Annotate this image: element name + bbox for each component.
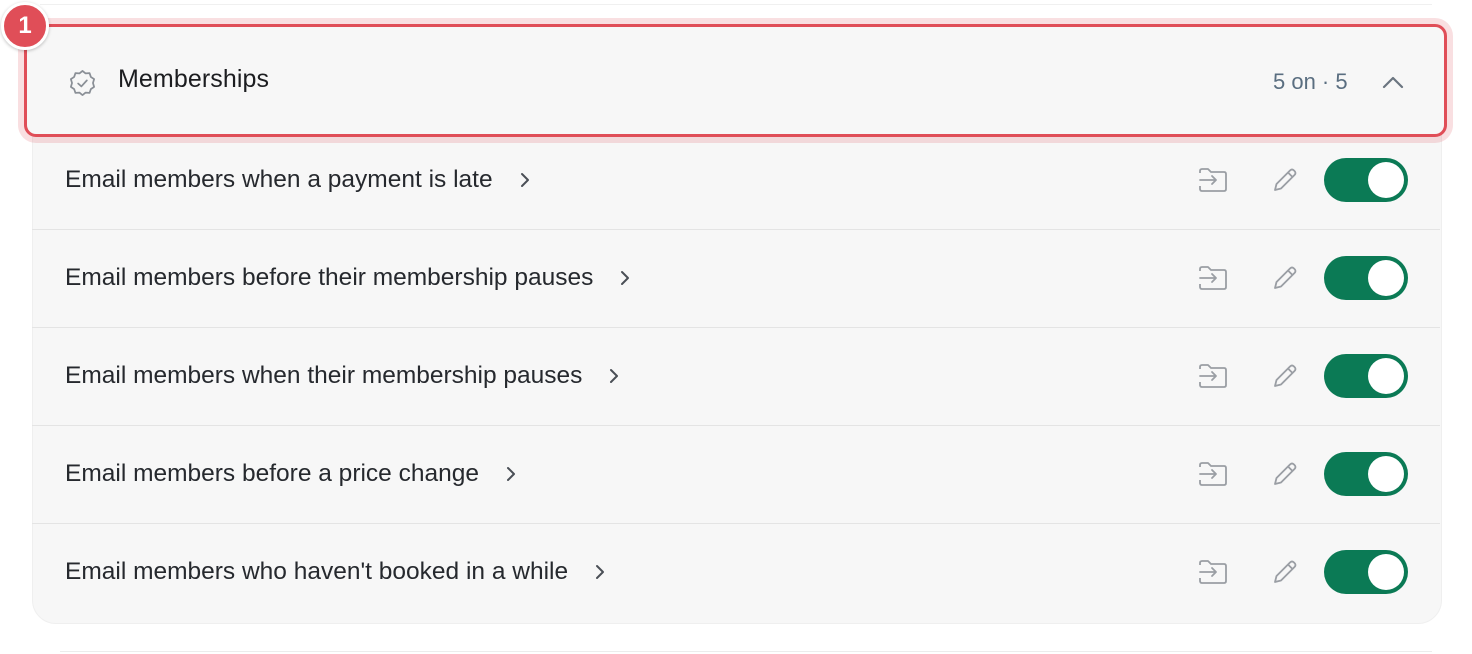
chevron-up-icon[interactable]	[1381, 71, 1405, 93]
chevron-right-icon	[610, 369, 619, 383]
section-title: Memberships	[118, 65, 270, 93]
row-actions	[1196, 254, 1408, 302]
move-to-folder-button[interactable]	[1196, 457, 1230, 491]
automation-row-label: Email members when their membership paus…	[65, 362, 583, 389]
move-to-folder-button[interactable]	[1196, 555, 1230, 589]
badge-check-icon	[70, 70, 95, 96]
toggle-knob	[1368, 456, 1404, 492]
enable-toggle[interactable]	[1324, 550, 1408, 594]
chevron-right-icon	[596, 565, 605, 579]
move-to-folder-icon	[1199, 168, 1227, 192]
move-to-folder-icon	[1199, 364, 1227, 388]
section-enabled-count: 5 on · 5	[1273, 69, 1348, 94]
move-to-folder-button[interactable]	[1196, 261, 1230, 295]
bottom-divider	[60, 651, 1432, 652]
automation-list: Email members when a payment is late Ema…	[32, 132, 1440, 622]
pencil-icon	[1274, 266, 1297, 289]
toggle-knob	[1368, 162, 1404, 198]
row-actions	[1196, 156, 1408, 204]
top-divider	[40, 4, 1432, 5]
move-to-folder-icon	[1199, 462, 1227, 486]
edit-button[interactable]	[1268, 359, 1302, 393]
pencil-icon	[1274, 560, 1297, 583]
automation-row-link[interactable]: Email members before their membership pa…	[65, 264, 631, 292]
toggle-knob	[1368, 358, 1404, 394]
edit-button[interactable]	[1268, 457, 1302, 491]
enable-toggle[interactable]	[1324, 452, 1408, 496]
chevron-right-icon	[520, 173, 529, 187]
automation-row: Email members before a price change	[32, 426, 1440, 524]
automation-row-link[interactable]: Email members when their membership paus…	[65, 362, 620, 390]
toggle-knob	[1368, 260, 1404, 296]
enable-toggle[interactable]	[1324, 158, 1408, 202]
enable-toggle[interactable]	[1324, 354, 1408, 398]
edit-button[interactable]	[1268, 163, 1302, 197]
automation-row-label: Email members who haven't booked in a wh…	[65, 558, 569, 585]
automation-row: Email members when their membership paus…	[32, 328, 1440, 426]
automation-row-link[interactable]: Email members before a price change	[65, 460, 517, 488]
automation-row-label: Email members before their membership pa…	[65, 264, 594, 291]
automation-row-link[interactable]: Email members when a payment is late	[65, 166, 531, 194]
chevron-right-icon	[621, 271, 630, 285]
pencil-icon	[1274, 462, 1297, 485]
toggle-knob	[1368, 554, 1404, 590]
automation-row-label: Email members before a price change	[65, 460, 479, 487]
edit-button[interactable]	[1268, 555, 1302, 589]
row-actions	[1196, 548, 1408, 596]
move-to-folder-button[interactable]	[1196, 163, 1230, 197]
enable-toggle[interactable]	[1324, 256, 1408, 300]
move-to-folder-icon	[1199, 560, 1227, 584]
automation-row: Email members before their membership pa…	[32, 230, 1440, 328]
annotation-badge: 1	[1, 2, 49, 50]
chevron-right-icon	[506, 467, 515, 481]
row-actions	[1196, 450, 1408, 498]
automation-row-link[interactable]: Email members who haven't booked in a wh…	[65, 558, 606, 586]
edit-button[interactable]	[1268, 261, 1302, 295]
automation-row: Email members who haven't booked in a wh…	[32, 524, 1440, 622]
automation-row: Email members when a payment is late	[32, 132, 1440, 230]
pencil-icon	[1274, 168, 1297, 191]
pencil-icon	[1274, 364, 1297, 387]
move-to-folder-icon	[1199, 266, 1227, 290]
move-to-folder-button[interactable]	[1196, 359, 1230, 393]
row-actions	[1196, 352, 1408, 400]
automation-row-label: Email members when a payment is late	[65, 166, 493, 193]
memberships-section-header[interactable]: Memberships 5 on · 5	[24, 24, 1447, 137]
